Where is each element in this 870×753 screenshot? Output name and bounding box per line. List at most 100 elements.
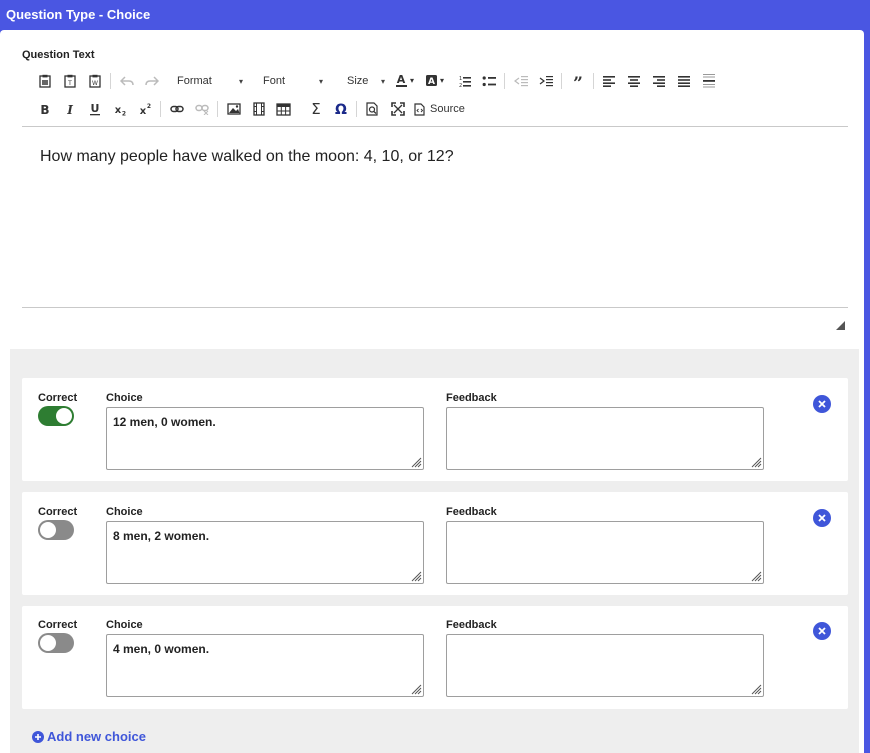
paste-text-icon[interactable]: T (57, 70, 82, 92)
feedback-label: Feedback (446, 506, 497, 518)
subscript-icon[interactable]: x2 (107, 98, 132, 120)
superscript-icon[interactable]: x2 (132, 98, 157, 120)
question-editor-content[interactable]: How many people have walked on the moon:… (40, 148, 454, 166)
choice-input[interactable]: 8 men, 2 women. (106, 521, 424, 584)
editor-top-border (22, 126, 848, 127)
chevron-down-icon: ▾ (238, 76, 243, 86)
svg-text:B: B (40, 103, 49, 116)
bold-icon[interactable]: B (32, 98, 57, 120)
undo-icon[interactable] (114, 70, 139, 92)
correct-toggle[interactable] (38, 406, 74, 426)
svg-text:1: 1 (459, 76, 462, 82)
choice-label: Choice (106, 392, 143, 404)
align-right-icon[interactable] (647, 70, 672, 92)
window-title: Question Type - Choice (6, 7, 151, 22)
svg-text:I: I (66, 103, 73, 116)
table-icon[interactable] (271, 98, 296, 120)
choices-area: Correct Choice 12 men, 0 women. Feedback… (10, 349, 859, 753)
correct-label: Correct (38, 619, 78, 631)
remove-choice-button[interactable] (813, 622, 831, 640)
svg-text:U: U (90, 102, 99, 115)
feedback-input[interactable] (446, 407, 764, 470)
font-dropdown[interactable]: Font ▾ (249, 70, 329, 92)
choice-card: Correct Choice 8 men, 2 women. Feedback (22, 492, 848, 595)
textarea-resize-icon[interactable] (410, 570, 422, 582)
italic-icon[interactable]: I (57, 98, 82, 120)
indent-icon[interactable] (533, 70, 558, 92)
toggle-knob (56, 408, 72, 424)
correct-toggle[interactable] (38, 633, 74, 653)
format-dropdown-label: Format (177, 75, 212, 87)
close-icon (818, 627, 826, 635)
textarea-resize-icon[interactable] (750, 683, 762, 695)
numbered-list-icon[interactable]: 12 (451, 70, 476, 92)
textarea-resize-icon[interactable] (410, 456, 422, 468)
feedback-input[interactable] (446, 521, 764, 584)
svg-text:2: 2 (146, 103, 150, 110)
svg-text:2: 2 (121, 110, 125, 116)
svg-text:2: 2 (459, 83, 462, 88)
justify-icon[interactable] (672, 70, 697, 92)
textarea-resize-icon[interactable] (750, 570, 762, 582)
source-label: Source (430, 103, 465, 115)
image-icon[interactable] (221, 98, 246, 120)
link-icon[interactable] (164, 98, 189, 120)
feedback-input[interactable] (446, 634, 764, 697)
choice-input[interactable]: 12 men, 0 women. (106, 407, 424, 470)
svg-text:A: A (428, 77, 435, 87)
editor-resize-handle[interactable] (836, 317, 845, 335)
choice-card: Correct Choice 12 men, 0 women. Feedback (22, 378, 848, 481)
font-dropdown-label: Font (263, 75, 286, 87)
choice-label: Choice (106, 619, 143, 631)
format-dropdown[interactable]: Format ▾ (171, 70, 249, 92)
toggle-knob (40, 522, 56, 538)
paste-word-icon[interactable]: W (82, 70, 107, 92)
correct-label: Correct (38, 392, 78, 404)
close-icon (818, 514, 826, 522)
plus-circle-icon (32, 730, 44, 743)
omega-icon[interactable]: Ω (328, 98, 353, 120)
choice-label: Choice (106, 506, 143, 518)
maximize-icon[interactable] (385, 98, 410, 120)
add-new-choice-button[interactable]: Add new choice (32, 729, 146, 744)
editor-toolbar-row-2: B I U x2 x2 Σ Ω Source (32, 97, 848, 121)
svg-text:▾: ▾ (410, 76, 414, 85)
svg-text:Σ: Σ (311, 102, 320, 116)
svg-text:x: x (139, 106, 146, 116)
source-button[interactable]: Source (410, 98, 467, 120)
source-icon (414, 102, 425, 116)
text-color-icon[interactable]: A ▾ (391, 70, 421, 92)
add-new-choice-label: Add new choice (47, 729, 146, 744)
redo-icon[interactable] (139, 70, 164, 92)
unlink-icon[interactable] (189, 98, 214, 120)
chevron-down-icon: ▾ (318, 76, 323, 86)
align-left-icon[interactable] (597, 70, 622, 92)
preview-icon[interactable] (360, 98, 385, 120)
textarea-resize-icon[interactable] (410, 683, 422, 695)
editor-bottom-border (22, 307, 848, 308)
remove-choice-button[interactable] (813, 395, 831, 413)
horizontal-line-icon[interactable] (697, 70, 722, 92)
bulleted-list-icon[interactable] (476, 70, 501, 92)
correct-toggle[interactable] (38, 520, 74, 540)
bg-color-icon[interactable]: A ▾ (421, 70, 451, 92)
outdent-icon[interactable] (508, 70, 533, 92)
size-dropdown[interactable]: Size ▾ (329, 70, 391, 92)
video-icon[interactable] (246, 98, 271, 120)
editor-toolbar-row-1: T W Format ▾ Font ▾ Size ▾ A ▾ A ▾ 12 ” (32, 69, 848, 93)
svg-text:x: x (114, 105, 121, 116)
underline-icon[interactable]: U (82, 98, 107, 120)
toggle-knob (40, 635, 56, 651)
textarea-resize-icon[interactable] (750, 456, 762, 468)
size-dropdown-label: Size (347, 75, 369, 87)
align-center-icon[interactable] (622, 70, 647, 92)
remove-choice-button[interactable] (813, 509, 831, 527)
sigma-icon[interactable]: Σ (303, 98, 328, 120)
feedback-label: Feedback (446, 392, 497, 404)
chevron-down-icon: ▾ (380, 76, 385, 86)
choice-input[interactable]: 4 men, 0 women. (106, 634, 424, 697)
svg-text:A: A (397, 73, 406, 86)
paste-icon[interactable] (32, 70, 57, 92)
blockquote-icon[interactable]: ” (565, 70, 590, 92)
choice-input-value: 8 men, 2 women. (113, 529, 210, 543)
